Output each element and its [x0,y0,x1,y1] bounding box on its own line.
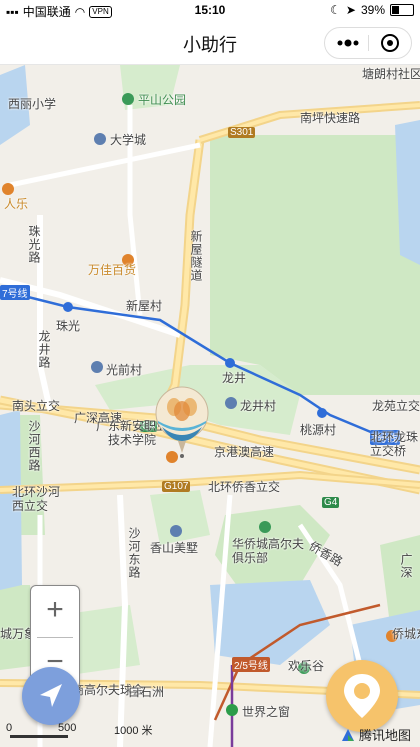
nav-bar: 小助行 [0,20,420,65]
map-label: 桃源村 [300,423,337,437]
map-label: 北环龙珠立交桥 [370,430,419,458]
map-label: 广深 [399,553,413,579]
status-right: ☾ ➤ 39% [330,3,414,17]
map-label: 新屋村 [126,299,163,313]
scale-zero: 0 [6,722,13,734]
map-label: 世界之窗 [242,705,291,719]
map-label: 南头立交 [12,399,61,413]
scale-bar [10,735,68,738]
map-label: 白石洲 [128,685,165,699]
map-label: 龙井村 [240,399,277,413]
map-label: 华侨城高尔夫俱乐部 [232,537,305,565]
map-label: 沙河西路 [27,420,41,472]
map-label: 西丽小学 [8,97,57,111]
more-button[interactable] [333,32,363,54]
map-label: 京港澳高速 [214,445,275,459]
map-label: 龙苑立交 [372,399,420,413]
map-label: 香山美墅 [150,541,199,555]
road-shield: G4 [322,497,340,508]
map-label: 光前村 [106,363,143,377]
tencent-map-logo-icon [342,728,354,741]
miniprogram-capsule [324,27,412,59]
moon-icon: ☾ [330,3,341,17]
map-label: 龙井 [222,371,247,385]
map-label: 欢乐谷 [288,659,325,673]
road-shield: S301 [228,127,256,138]
metro-line-badge: 7号线 [0,285,30,300]
navigation-arrow-icon [40,684,62,707]
center-marker[interactable] [154,383,214,461]
map-scale: 0 500 1000 米 [6,722,153,737]
map-label: 北环沙河西立交 [12,485,61,513]
map-view[interactable]: 塘朗村社区 西丽小学 平山公园 大学城 S301 南坪快速路 人乐 珠光路 万佳… [0,65,420,747]
map-label: 沙河东路 [127,527,141,579]
close-circle-icon [381,34,399,52]
scale-max: 1000 米 [114,725,153,737]
capsule-divider [368,35,369,51]
user-group-marker-icon [155,386,209,458]
zoom-in-button[interactable]: + [31,586,79,636]
map-label: 珠光路 [27,225,41,264]
status-bar: ▪▪▪ 中国联通 ◠ VPN 15:10 ☾ ➤ 39% [0,0,420,20]
map-label: 侨城东 [392,627,420,641]
location-pin-button[interactable] [326,660,398,732]
map-label: 塘朗村社区 [362,67,420,81]
plus-icon: + [46,593,64,626]
battery-icon [390,4,414,16]
close-button[interactable] [378,32,402,54]
metro-line-badge: 2/5号线 [232,657,270,672]
battery-percent: 39% [360,3,385,17]
map-label: 北环侨香立交 [208,480,281,494]
map-label: 龙井路 [37,330,51,369]
map-label: 珠光 [56,319,81,333]
location-arrow-icon: ➤ [345,3,356,17]
road-shield: G107 [162,481,191,492]
map-label: 大学城 [110,133,147,147]
locate-button[interactable] [22,667,80,725]
map-label: 人乐 [4,197,29,211]
map-label: 平山公园 [138,93,187,107]
location-pin-icon [344,674,380,718]
map-label: 南坪快速路 [300,111,361,125]
attribution-text: 腾讯地图 [359,728,412,743]
map-label: 新屋隧道 [189,230,203,282]
map-attribution: 腾讯地图 [340,725,411,744]
map-label: 万佳百货 [88,263,137,277]
scale-mid: 500 [58,722,77,734]
more-dots-icon [337,39,359,47]
